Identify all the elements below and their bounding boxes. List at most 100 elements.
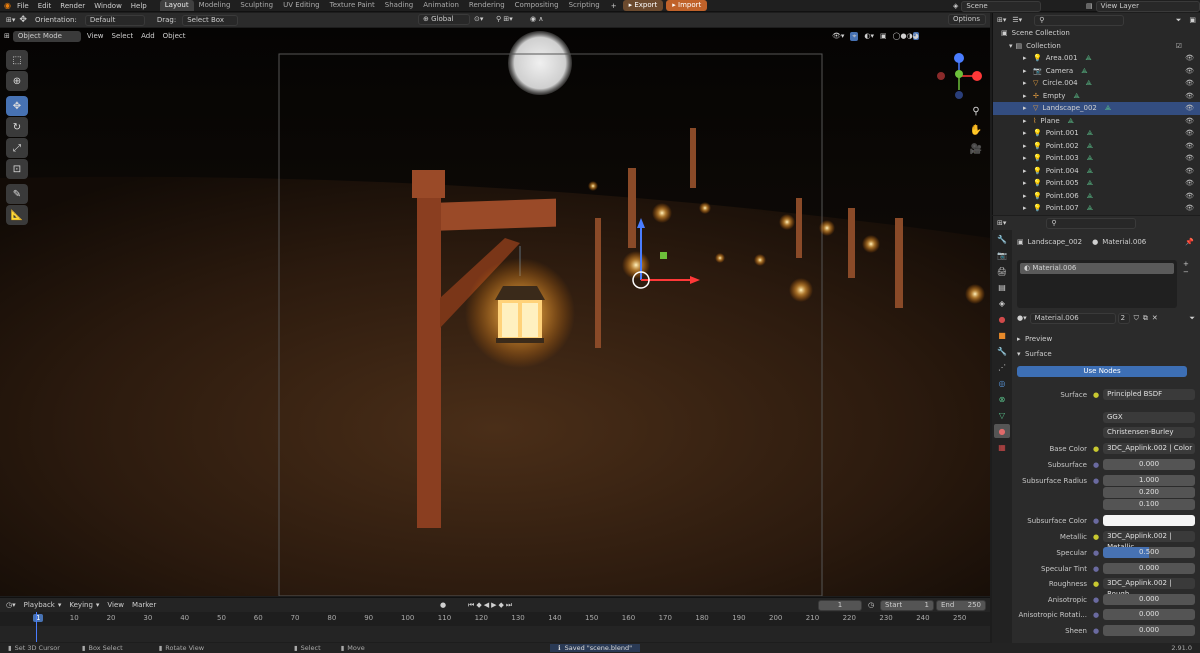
3d-viewport[interactable] [0, 28, 990, 596]
outliner-row[interactable]: ▸ 💡 Point.005 ⟁ 👁 [993, 177, 1200, 190]
blender-logo-icon[interactable]: ◉ [4, 1, 11, 10]
use-nodes-button[interactable]: Use Nodes [1017, 366, 1187, 377]
tab-animation[interactable]: Animation [418, 0, 464, 11]
pan-hand-icon[interactable]: ✋ [968, 121, 984, 140]
snap-icon[interactable]: ⚲ ⊞▾ [496, 15, 513, 23]
property-value[interactable]: 0.000 [1103, 594, 1195, 605]
overlay-icon[interactable]: ◐▾ [864, 32, 874, 40]
visibility-eye-icon[interactable]: 👁 [1185, 127, 1194, 140]
clock-icon[interactable]: ◷ [868, 601, 874, 609]
proportional-edit-icon[interactable]: ◉ ∧ [530, 15, 543, 23]
expand-arrow-icon[interactable]: ▸ [1023, 177, 1027, 190]
expand-arrow-icon[interactable]: ▸ [1023, 127, 1027, 140]
expand-arrow-icon[interactable]: ▸ [1023, 102, 1027, 115]
socket-icon[interactable]: ● [1093, 533, 1099, 541]
visibility-eye-icon[interactable]: 👁 [1185, 165, 1194, 178]
expand-arrow-icon[interactable]: ▸ [1023, 152, 1027, 165]
expand-arrow-icon[interactable]: ▸ [1023, 52, 1027, 65]
marker-menu[interactable]: Marker [132, 601, 156, 609]
socket-icon[interactable]: ● [1093, 596, 1099, 604]
scale-icon[interactable]: ⤢ [6, 138, 28, 158]
material-browse-icon[interactable]: ●▾ [1017, 314, 1027, 322]
move-icon[interactable]: ✥ [6, 96, 28, 116]
socket-icon[interactable]: ● [1093, 445, 1099, 453]
end-frame-field[interactable]: End 250 [936, 599, 986, 611]
unlink-icon[interactable]: ✕ [1152, 314, 1158, 322]
menu-edit[interactable]: Edit [38, 2, 52, 10]
zoom-icon[interactable]: ⚲ [968, 102, 984, 121]
property-value[interactable]: 3DC_Applink.002 | Color [1103, 443, 1195, 454]
user-count-badge[interactable]: 2 [1117, 312, 1130, 324]
new-collection-icon[interactable]: ▣ [1189, 16, 1196, 24]
outliner-row[interactable]: ▸ ▽ Landscape_002 ⟁ 👁 [993, 102, 1200, 115]
visibility-eye-icon[interactable]: 👁 [1185, 77, 1194, 90]
annotate-icon[interactable]: ✎ [6, 184, 28, 204]
visibility-eye-icon[interactable]: 👁 [1185, 190, 1194, 203]
constraints-tab-icon[interactable]: ⊗ [994, 392, 1010, 406]
outliner-row[interactable]: ▸ 💡 Point.004 ⟁ 👁 [993, 165, 1200, 178]
outliner-row[interactable]: ▸ 💡 Point.002 ⟁ 👁 [993, 140, 1200, 153]
wireframe-shading-icon[interactable]: ◯ [893, 32, 901, 40]
scene-field[interactable]: Scene [961, 0, 1042, 12]
outliner-row[interactable]: ▸ ✢ Empty ⟁ 👁 [993, 90, 1200, 103]
tool-tab-icon[interactable]: 🔧 [994, 232, 1010, 246]
object-tab-icon[interactable]: ■ [994, 328, 1010, 342]
frame-ruler[interactable]: 1 10 20 30 40 50 60 70 80 90 100 110 120 130 140 150 160… [0, 612, 990, 626]
current-frame-field[interactable]: 1 [818, 599, 862, 611]
outliner-row[interactable]: ▸ 💡 Point.006 ⟁ 👁 [993, 190, 1200, 203]
outliner-row[interactable]: ▸ 💡 Point.001 ⟁ 👁 [993, 127, 1200, 140]
transform-icon[interactable]: ⊡ [6, 159, 28, 179]
rendered-shading-icon[interactable]: ◕ [912, 32, 919, 40]
property-value[interactable]: GGX [1103, 412, 1195, 423]
timeline-view-menu[interactable]: View [107, 601, 124, 609]
filter-icon[interactable]: ⏷ [1176, 16, 1182, 25]
data-tab-icon[interactable]: ▽ [994, 408, 1010, 422]
socket-icon[interactable]: ● [1093, 391, 1099, 399]
duplicate-icon[interactable]: ⧉ [1143, 314, 1148, 323]
socket-icon[interactable]: ● [1093, 461, 1099, 469]
collection-row[interactable]: ▾ ▤ Collection ☑ [993, 40, 1200, 53]
material-tab-icon[interactable]: ● [994, 424, 1010, 438]
collection-checkbox-icon[interactable]: ☑ [1176, 40, 1182, 53]
scene-tab-icon[interactable]: ◈ [994, 296, 1010, 310]
remove-slot-icon[interactable]: − [1183, 268, 1189, 276]
measure-icon[interactable]: 📐 [6, 205, 28, 225]
visibility-eye-icon[interactable]: 👁 [1185, 152, 1194, 165]
preview-panel-header[interactable]: ▸ Preview [1017, 333, 1052, 345]
expand-arrow-icon[interactable]: ▸ [1023, 77, 1027, 90]
link-filter-icon[interactable]: ⏷ [1189, 314, 1195, 323]
outliner-row[interactable]: ▸ 📷 Camera ⟁ 👁 [993, 65, 1200, 78]
view-layer-field[interactable]: View Layer [1095, 0, 1200, 12]
property-value[interactable]: 0.000 [1103, 563, 1195, 574]
visibility-eye-icon[interactable]: 👁 [1185, 177, 1194, 190]
pin-icon[interactable]: 📌 [1185, 238, 1194, 246]
menu-select[interactable]: Select [112, 32, 134, 40]
editor-type-icon[interactable]: ⊞▾ [6, 16, 15, 24]
property-value[interactable]: 0.100 [1103, 499, 1195, 510]
pivot-icon[interactable]: ⊙▾ [474, 15, 483, 23]
property-value[interactable]: 0.000 [1103, 459, 1195, 470]
socket-icon[interactable]: ● [1093, 565, 1099, 573]
tab-scripting[interactable]: Scripting [564, 0, 605, 11]
menu-render[interactable]: Render [60, 2, 85, 10]
display-mode-icon[interactable]: ☰▾ [1012, 16, 1022, 24]
outliner-row[interactable]: ▸ 💡 Point.003 ⟁ 👁 [993, 152, 1200, 165]
options-dropdown[interactable]: Options [948, 14, 986, 25]
prev-key-icon[interactable]: ◆ [476, 601, 483, 609]
modifier-tab-icon[interactable]: 🔧 [994, 344, 1010, 358]
tab-compositing[interactable]: Compositing [510, 0, 564, 11]
orientation-dropdown[interactable]: Default [84, 14, 145, 26]
socket-icon[interactable]: ● [1093, 517, 1099, 525]
fake-user-icon[interactable]: ⛉ [1134, 314, 1139, 323]
material-datablock-field[interactable]: Material.006 [1029, 312, 1116, 324]
scene-collection-row[interactable]: ▣ Scene Collection [993, 27, 1200, 40]
world-tab-icon[interactable]: ● [994, 312, 1010, 326]
property-value[interactable]: 0.000 [1103, 609, 1195, 620]
menu-file[interactable]: File [17, 2, 29, 10]
output-tab-icon[interactable]: 🖨 [994, 264, 1010, 278]
tab-texture-paint[interactable]: Texture Paint [325, 0, 380, 11]
gizmo-icon[interactable]: ⌖ [850, 31, 859, 41]
camera-view-icon[interactable]: 🎥 [968, 140, 984, 159]
select-box-icon[interactable]: ⬚ [6, 50, 28, 70]
properties-search-input[interactable]: ⚲ [1046, 217, 1137, 229]
